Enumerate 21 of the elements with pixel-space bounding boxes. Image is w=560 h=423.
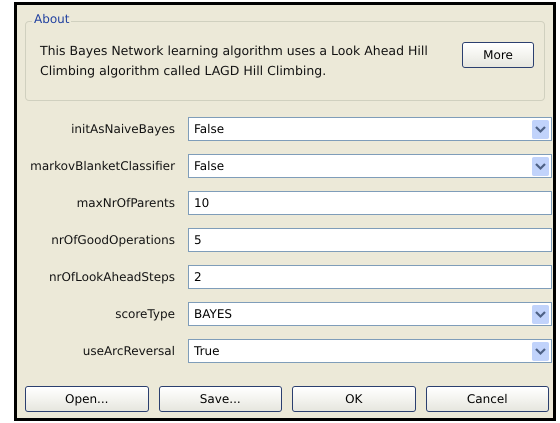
property-label: initAsNaiveBayes xyxy=(70,122,176,136)
property-label: useArcReversal xyxy=(82,344,176,358)
dialog-button[interactable]: OK xyxy=(292,386,416,412)
input-field[interactable]: 5 xyxy=(188,228,552,252)
dropdown-field[interactable]: True xyxy=(188,339,552,363)
input-field[interactable]: 10 xyxy=(188,191,552,215)
input-field[interactable]: 2 xyxy=(188,265,552,289)
property-label: nrOfGoodOperations xyxy=(50,233,176,247)
property-label: scoreType xyxy=(114,307,176,321)
dialog-button[interactable]: Save... xyxy=(158,386,282,412)
dropdown-field[interactable]: False xyxy=(188,117,552,141)
property-label: markovBlanketClassifier xyxy=(29,159,176,173)
dialog-button[interactable]: Cancel xyxy=(426,386,549,412)
more-button[interactable]: More xyxy=(462,42,534,68)
dropdown-field[interactable]: False xyxy=(188,154,552,178)
dropdown-field[interactable]: BAYES xyxy=(188,302,552,326)
description-text: This Bayes Network learning algorithm uses a Look Ahead Hill Climbing algorithm called LAGD Hill Climbing. xyxy=(40,42,429,80)
group-title: About xyxy=(32,12,72,26)
property-label: maxNrOfParents xyxy=(76,196,176,210)
dialog-button[interactable]: Open... xyxy=(25,386,148,412)
property-label: nrOfLookAheadSteps xyxy=(48,270,176,284)
